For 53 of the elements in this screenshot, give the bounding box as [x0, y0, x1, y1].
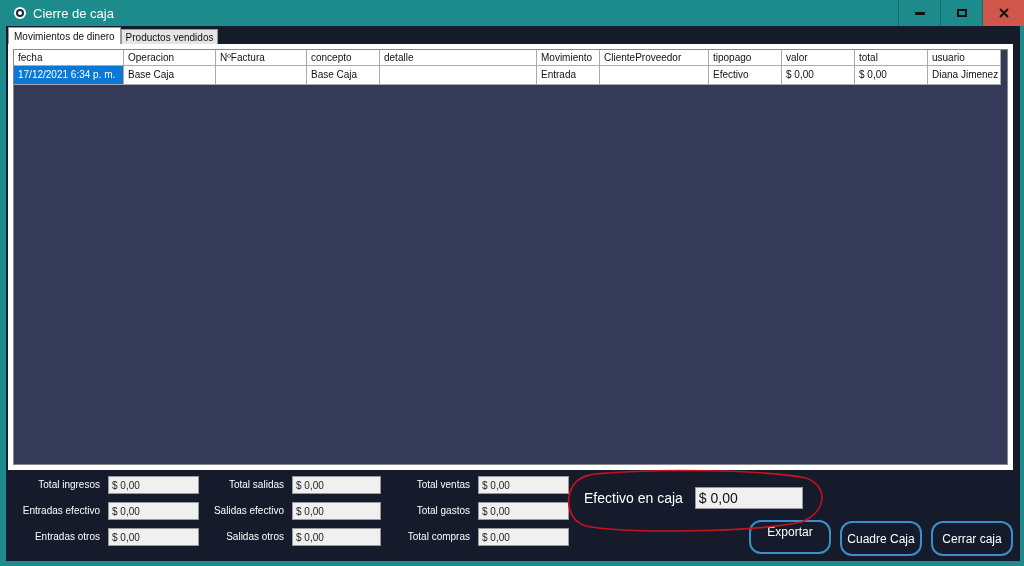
table-cell[interactable]: Base Caja: [307, 66, 380, 85]
total-label: Entradas efectivo: [21, 504, 100, 518]
table-cell[interactable]: Entrada: [537, 66, 600, 85]
column-header[interactable]: tipopago: [709, 50, 782, 66]
cash-label: Efectivo en caja: [584, 490, 683, 506]
total-label: Total salidas: [227, 478, 284, 492]
total-field[interactable]: $ 0,00: [478, 502, 569, 520]
table-cell[interactable]: Base Caja: [124, 66, 216, 85]
table-cell[interactable]: Efectivo: [709, 66, 782, 85]
tab[interactable]: Movimientos de dinero: [8, 27, 121, 44]
tab[interactable]: Productos vendidos: [120, 29, 219, 44]
total-field[interactable]: $ 0,00: [292, 476, 381, 494]
total-label: Total gastos: [415, 504, 470, 518]
column-header[interactable]: concepto: [307, 50, 380, 66]
table-cell[interactable]: Diana Jimenez: [928, 66, 1001, 85]
window-title: Cierre de caja: [33, 5, 115, 21]
total-label: Salidas otros: [225, 530, 284, 544]
table-cell[interactable]: 17/12/2021 6:34 p. m.: [14, 66, 124, 85]
action-button[interactable]: Exportar: [749, 520, 831, 554]
app-icon: [13, 6, 27, 20]
column-header[interactable]: NºFactura: [216, 50, 307, 66]
total-label: Total ingresos: [37, 478, 100, 492]
table-cell[interactable]: [216, 66, 307, 85]
column-header[interactable]: valor: [782, 50, 855, 66]
maximize-icon: [956, 9, 967, 17]
column-header[interactable]: fecha: [14, 50, 124, 66]
total-field[interactable]: $ 0,00: [108, 476, 199, 494]
total-field[interactable]: $ 0,00: [108, 528, 199, 546]
table-cell[interactable]: [380, 66, 537, 85]
table-cell[interactable]: $ 0,00: [855, 66, 928, 85]
close-button[interactable]: [982, 0, 1024, 26]
close-icon: [998, 8, 1009, 18]
table-cell[interactable]: $ 0,00: [782, 66, 855, 85]
total-field[interactable]: $ 0,00: [292, 502, 381, 520]
table-cell[interactable]: [600, 66, 709, 85]
column-header[interactable]: Operacion: [124, 50, 216, 66]
total-field[interactable]: $ 0,00: [478, 528, 569, 546]
column-header[interactable]: detalle: [380, 50, 537, 66]
action-button[interactable]: Cuadre Caja: [840, 521, 922, 556]
total-field[interactable]: $ 0,00: [478, 476, 569, 494]
total-label: Entradas otros: [33, 530, 100, 544]
total-label: Total compras: [406, 530, 470, 544]
cash-field[interactable]: $ 0,00: [694, 487, 803, 509]
column-header[interactable]: total: [855, 50, 928, 66]
minimize-icon: [914, 11, 925, 15]
total-field[interactable]: $ 0,00: [292, 528, 381, 546]
column-header[interactable]: Movimiento: [537, 50, 600, 66]
column-header[interactable]: ClienteProveedor: [600, 50, 709, 66]
total-label: Total ventas: [415, 478, 470, 492]
action-button[interactable]: Cerrar caja: [931, 521, 1013, 556]
total-field[interactable]: $ 0,00: [108, 502, 199, 520]
total-label: Salidas efectivo: [212, 504, 284, 518]
column-header[interactable]: usuario: [928, 50, 1001, 66]
